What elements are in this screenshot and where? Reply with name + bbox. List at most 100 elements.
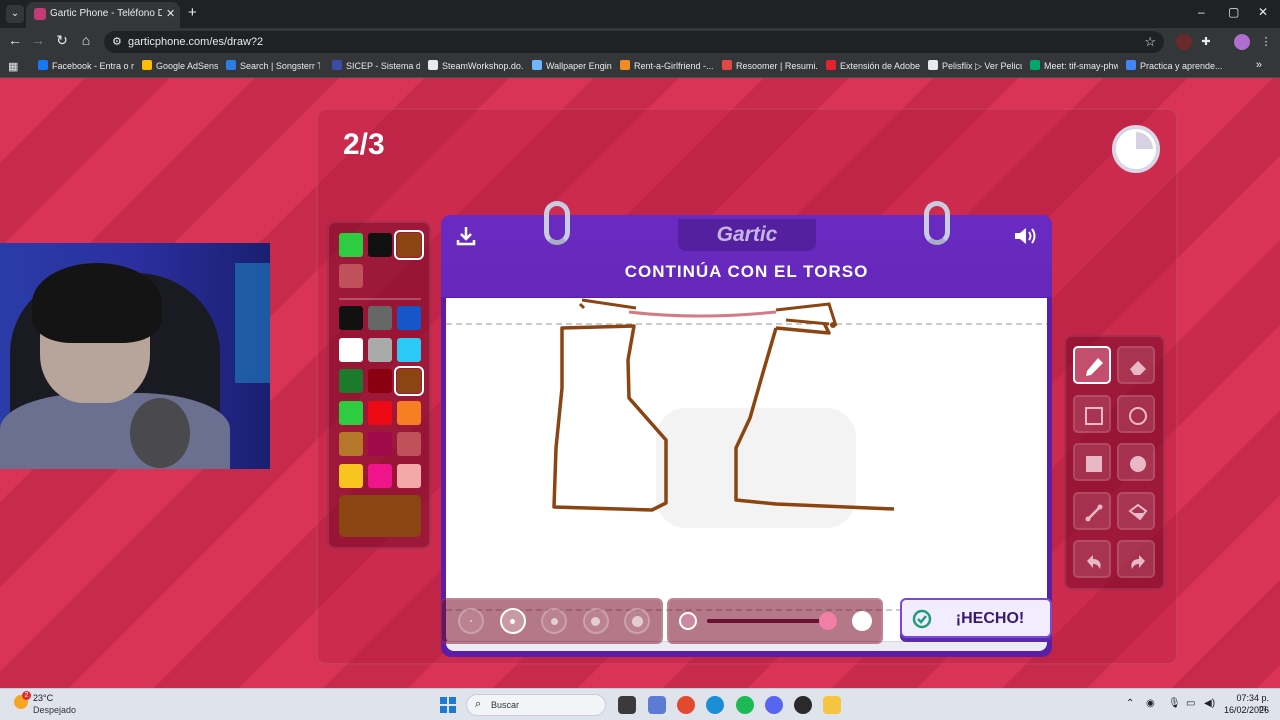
brush-size-button[interactable]: [624, 608, 650, 634]
windows-start-icon[interactable]: [440, 697, 456, 713]
circle-outline-icon[interactable]: [1117, 394, 1155, 433]
task-view-icon[interactable]: [618, 696, 636, 714]
color-swatch[interactable]: [368, 400, 392, 425]
new-tab-button[interactable]: +: [188, 4, 197, 21]
rectangle-filled-icon[interactable]: [1073, 443, 1111, 481]
drawing-canvas[interactable]: [446, 298, 1047, 643]
bookmark-item[interactable]: Practica y aprende...: [1126, 60, 1230, 74]
redo-icon[interactable]: [1117, 540, 1155, 578]
color-swatch[interactable]: [397, 337, 421, 362]
brush-size-dot: [631, 615, 643, 627]
color-swatch[interactable]: [339, 306, 363, 330]
bookmark-item[interactable]: Wallpaper Engine: [532, 60, 612, 74]
brush-size-button[interactable]: [499, 608, 526, 634]
weather-description[interactable]: Despejado: [33, 705, 76, 715]
bookmark-star-icon[interactable]: ☆: [1144, 34, 1156, 50]
color-swatch[interactable]: [368, 432, 392, 456]
color-swatch[interactable]: [394, 366, 424, 396]
extension-icon[interactable]: [1176, 34, 1192, 50]
tray-app-icon[interactable]: ◉: [1146, 698, 1155, 709]
bookmark-item[interactable]: Meet: tif-smay-phw: [1030, 60, 1118, 74]
color-swatch[interactable]: [368, 306, 392, 330]
volume-icon[interactable]: ◀): [1204, 698, 1215, 709]
address-bar[interactable]: ⚙ garticphone.com/es/draw?2 ☆: [104, 31, 1164, 53]
bookmark-item[interactable]: Resoomer | Resumi...: [722, 60, 818, 74]
line-icon[interactable]: [1073, 491, 1111, 530]
brush-size-button[interactable]: [541, 608, 567, 634]
download-icon[interactable]: [455, 225, 477, 247]
color-swatch[interactable]: [368, 463, 392, 488]
brush-size-button[interactable]: [458, 608, 484, 634]
bookmark-item[interactable]: Pelisflix ▷ Ver Pelicu...: [928, 60, 1022, 74]
color-swatch[interactable]: [339, 337, 363, 362]
rectangle-outline-icon[interactable]: [1073, 394, 1111, 433]
done-button[interactable]: ¡HECHO!: [900, 598, 1052, 638]
color-swatch[interactable]: [339, 432, 363, 456]
color-swatch[interactable]: [339, 369, 363, 393]
color-swatch[interactable]: [339, 400, 363, 425]
microphone-icon[interactable]: 🎙: [1168, 698, 1181, 709]
site-info-icon[interactable]: ⚙: [112, 35, 122, 48]
more-bookmarks-icon[interactable]: »: [1256, 59, 1262, 71]
tab-search-button[interactable]: ⌄: [6, 5, 24, 23]
current-color-preview[interactable]: [339, 495, 421, 537]
bookmark-favicon-icon: [1030, 60, 1040, 70]
brush-size-button[interactable]: [582, 608, 609, 634]
opacity-slider-handle[interactable]: [818, 612, 837, 630]
opacity-slider-track[interactable]: [707, 619, 837, 623]
color-swatch[interactable]: [397, 432, 421, 456]
color-swatch[interactable]: [368, 337, 392, 362]
clock-date[interactable]: 16/02/2026: [1224, 705, 1269, 715]
recent-color-swatch[interactable]: [339, 264, 363, 288]
bookmark-item[interactable]: SICEP - Sistema de...: [332, 60, 420, 74]
circle-filled-icon[interactable]: [1117, 443, 1155, 481]
color-swatch[interactable]: [339, 463, 363, 488]
menu-kebab-icon[interactable]: ⋮: [1258, 34, 1274, 50]
extensions-puzzle-icon[interactable]: ✚: [1198, 34, 1214, 50]
tab-close-icon[interactable]: ✕: [166, 7, 175, 20]
bookmark-item[interactable]: Extensión de Adobe...: [826, 60, 920, 74]
file-explorer-icon[interactable]: [823, 696, 841, 714]
bookmark-item[interactable]: SteamWorkshop.do...: [428, 60, 524, 74]
bookmark-item[interactable]: Rent-a-Girlfriend -...: [620, 60, 714, 74]
discord-icon[interactable]: [765, 696, 783, 714]
recent-color-swatch[interactable]: [368, 233, 392, 257]
widgets-icon[interactable]: [648, 696, 666, 714]
taskbar-search[interactable]: ⌕ Buscar: [466, 694, 606, 716]
edge-icon[interactable]: [706, 696, 724, 714]
sound-icon[interactable]: [1013, 225, 1039, 247]
close-window-button[interactable]: ✕: [1258, 5, 1268, 19]
reload-icon[interactable]: ↻: [52, 32, 72, 49]
home-icon[interactable]: ⌂: [76, 32, 96, 48]
bookmark-favicon-icon: [620, 60, 630, 70]
weather-temperature[interactable]: 23°C: [33, 693, 53, 703]
spotify-icon[interactable]: [736, 696, 754, 714]
color-swatch[interactable]: [397, 306, 421, 330]
color-swatch[interactable]: [368, 369, 392, 393]
chrome-icon[interactable]: [677, 696, 695, 714]
notebook-header: Gartic CONTINÚA CON EL TORSO: [441, 215, 1052, 297]
bookmark-item[interactable]: Facebook - Entra o r...: [38, 60, 134, 74]
undo-icon[interactable]: [1073, 540, 1111, 578]
eraser-icon[interactable]: [1117, 346, 1155, 384]
back-icon[interactable]: ←: [5, 32, 25, 48]
profile-avatar[interactable]: [1234, 34, 1250, 50]
check-badge-icon: [912, 609, 932, 629]
obs-icon[interactable]: [794, 696, 812, 714]
recent-color-swatch[interactable]: [339, 233, 363, 257]
bookmark-item[interactable]: Search | Songsterr T...: [226, 60, 320, 74]
tray-expand-icon[interactable]: ⌃: [1126, 698, 1134, 709]
maximize-button[interactable]: ▢: [1228, 5, 1239, 19]
color-swatch[interactable]: [397, 463, 421, 488]
network-icon[interactable]: ▭: [1186, 698, 1195, 709]
brush-size-panel: [440, 598, 663, 644]
fill-bucket-icon[interactable]: [1117, 491, 1155, 530]
apps-grid-icon[interactable]: ▦: [8, 60, 18, 73]
forward-icon[interactable]: →: [28, 32, 48, 48]
minimize-button[interactable]: –: [1198, 5, 1205, 19]
pencil-icon[interactable]: [1073, 346, 1111, 384]
color-swatch[interactable]: [397, 400, 421, 425]
browser-tab[interactable]: Gartic Phone - Teléfono Descon... ✕: [26, 2, 180, 28]
bookmark-item[interactable]: Google AdSense: [142, 60, 218, 74]
recent-color-swatch[interactable]: [394, 230, 424, 260]
